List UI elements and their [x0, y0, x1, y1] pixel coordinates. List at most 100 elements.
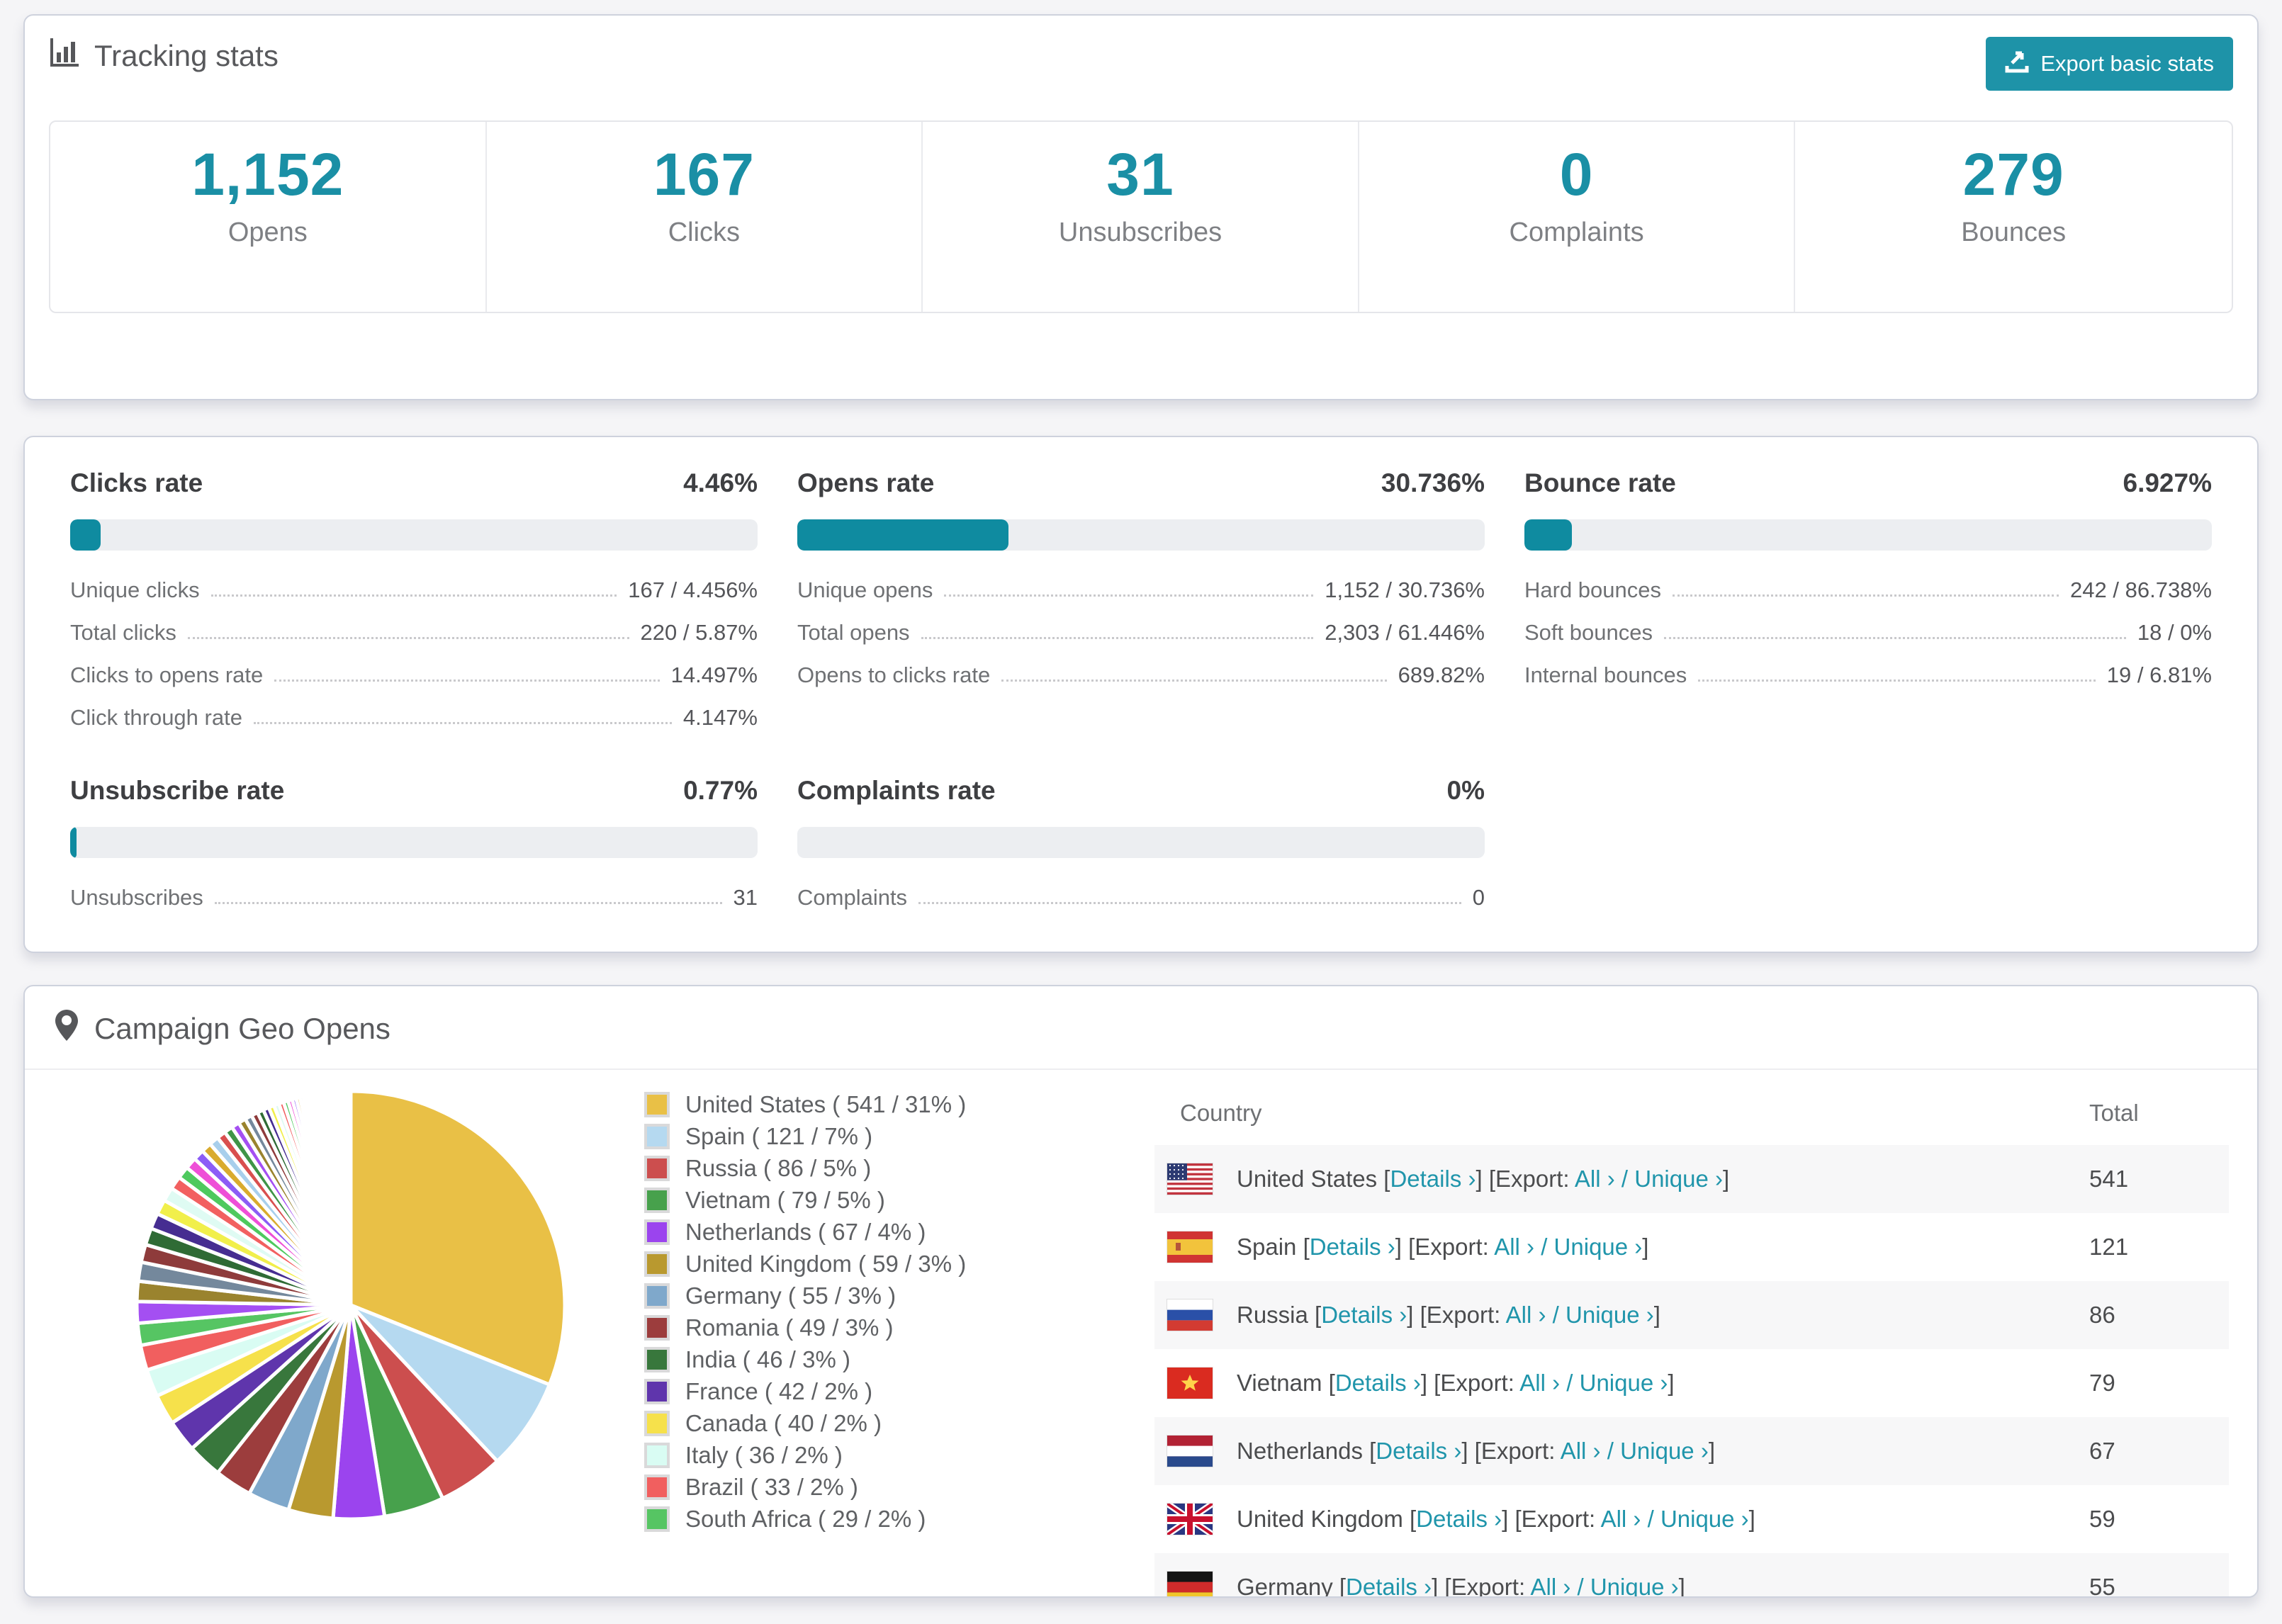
flag-de-icon: [1167, 1572, 1213, 1596]
legend-swatch: [644, 1124, 670, 1149]
legend-label: United Kingdom ( 59 / 3% ): [685, 1251, 967, 1277]
legend-item-india: India ( 46 / 3% ): [644, 1346, 1013, 1373]
country-cell: Spain [Details ›] [Export: All › / Uniqu…: [1154, 1213, 2076, 1281]
stat-row-label: Unique opens: [797, 577, 933, 602]
stat-row-label: Complaints: [797, 885, 908, 910]
stat-cell-complaints: 0 Complaints: [1359, 122, 1796, 312]
stat-row-label: Hard bounces: [1524, 577, 1662, 602]
complaints-rate-title: Complaints rate: [797, 776, 996, 805]
page-title-label: Tracking stats: [94, 39, 279, 72]
campaign-geo-opens-card: Campaign Geo Opens United States ( 541 /…: [23, 985, 2259, 1598]
country-links: Netherlands [Details ›] [Export: All › /…: [1237, 1438, 1715, 1464]
stat-label: Complaints: [1509, 218, 1644, 247]
export-unique-link[interactable]: Unique ›: [1554, 1234, 1643, 1260]
export-unique-link[interactable]: Unique ›: [1634, 1166, 1723, 1192]
total-cell: 121: [2089, 1234, 2129, 1260]
stat-row-value: 1,152 / 30.736%: [1325, 577, 1485, 602]
stat-detail-row: Unique opens 1,152 / 30.736%: [797, 577, 1485, 603]
flag-nl-icon: [1167, 1436, 1213, 1467]
opens-rate-progress-fill: [797, 519, 1009, 551]
export-unique-link[interactable]: Unique ›: [1620, 1438, 1709, 1464]
stat-label: Opens: [227, 218, 308, 247]
details-link[interactable]: Details ›: [1390, 1166, 1476, 1192]
geo-title: Campaign Geo Opens: [94, 1012, 390, 1045]
export-unique-link[interactable]: Unique ›: [1590, 1574, 1679, 1596]
country-cell-content: United States [Details ›] [Export: All ›…: [1167, 1163, 2076, 1195]
details-link[interactable]: Details ›: [1310, 1234, 1395, 1260]
bounce-rate-progress-bar: [1524, 519, 2212, 551]
country-cell-content: Russia [Details ›] [Export: All › / Uniq…: [1167, 1299, 2076, 1331]
legend-label: Germany ( 55 / 3% ): [685, 1282, 896, 1309]
clicks-rate-progress-bar: [70, 519, 758, 551]
export-all-link[interactable]: All ›: [1519, 1370, 1560, 1396]
stat-detail-row: Unique clicks 167 / 4.456%: [70, 577, 758, 603]
bounce-rate-value: 6.927%: [2123, 468, 2213, 497]
country-links: United States [Details ›] [Export: All ›…: [1237, 1166, 1730, 1192]
bounce-rate-rows: Hard bounces 242 / 86.738% Soft bounces 18 …: [1524, 577, 2212, 688]
total-cell: 59: [2089, 1506, 2115, 1532]
stat-label: Bounces: [1961, 218, 2067, 247]
stat-row-label: Unique clicks: [70, 577, 200, 602]
dotted-leader: [1698, 680, 2096, 682]
country-cell: United Kingdom [Details ›] [Export: All …: [1154, 1485, 2076, 1553]
legend-item-netherlands: Netherlands ( 67 / 4% ): [644, 1219, 1013, 1246]
export-unique-link[interactable]: Unique ›: [1580, 1370, 1668, 1396]
stat-cell-clicks: 167 Clicks: [487, 122, 923, 312]
legend-swatch: [644, 1474, 670, 1500]
export-basic-stats-button[interactable]: Export basic stats: [1986, 37, 2233, 91]
stat-detail-row: Unsubscribes 31: [70, 885, 758, 910]
table-row-vn: Vietnam [Details ›] [Export: All › / Uni…: [1154, 1349, 2229, 1417]
stat-row-label: Soft bounces: [1524, 620, 1653, 645]
export-all-link[interactable]: All ›: [1530, 1574, 1570, 1596]
details-link[interactable]: Details ›: [1346, 1574, 1432, 1596]
link-separator: /: [1570, 1574, 1590, 1598]
export-unique-link[interactable]: Unique ›: [1566, 1302, 1654, 1328]
geo-table: Country Total United States [Details ›] …: [1154, 1081, 2229, 1598]
link-separator: /: [1600, 1438, 1621, 1464]
flag-gb-icon: [1167, 1504, 1213, 1535]
total-cell: 541: [2089, 1166, 2129, 1192]
stat-row-value: 220 / 5.87%: [640, 620, 758, 645]
legend-item-italy: Italy ( 36 / 2% ): [644, 1442, 1013, 1469]
legend-label: United States ( 541 / 31% ): [685, 1091, 967, 1117]
geo-pie-chart: [131, 1086, 570, 1525]
stat-row-value: 31: [733, 885, 758, 910]
export-all-link[interactable]: All ›: [1506, 1302, 1546, 1328]
legend-label: France ( 42 / 2% ): [685, 1378, 873, 1404]
legend-label: Russia ( 86 / 5% ): [685, 1155, 872, 1181]
export-all-link[interactable]: All ›: [1601, 1506, 1641, 1532]
export-all-link[interactable]: All ›: [1561, 1438, 1601, 1464]
details-link[interactable]: Details ›: [1376, 1438, 1461, 1464]
legend-item-brazil: Brazil ( 33 / 2% ): [644, 1474, 1013, 1501]
stat-row-value: 689.82%: [1398, 662, 1485, 687]
geo-content: United States ( 541 / 31% ) Spain ( 121 /…: [25, 1070, 2257, 1598]
opens-rate-head: Opens rate 30.736%: [797, 468, 1485, 498]
export-all-link[interactable]: All ›: [1494, 1234, 1534, 1260]
legend-swatch: [644, 1411, 670, 1436]
tracking-stats-header: Tracking stats Export basic stats: [49, 37, 2233, 91]
flag-vn-icon: [1167, 1368, 1213, 1399]
flag-es-icon: [1167, 1231, 1213, 1263]
export-icon: [2005, 49, 2029, 79]
country-cell-content: Netherlands [Details ›] [Export: All › /…: [1167, 1436, 2076, 1467]
details-link[interactable]: Details ›: [1321, 1302, 1407, 1328]
flag-us-icon: [1167, 1163, 1213, 1195]
unsubscribe-rate-title: Unsubscribe rate: [70, 776, 285, 805]
stat-detail-row: Clicks to opens rate 14.497%: [70, 662, 758, 688]
legend-item-united-kingdom: United Kingdom ( 59 / 3% ): [644, 1251, 1013, 1278]
complaints-rate-panel: Complaints rate 0% Complaints 0: [797, 776, 1485, 927]
complaints-rate-progress-bar: [797, 827, 1485, 858]
export-all-link[interactable]: All ›: [1575, 1166, 1615, 1192]
summary-stats-row: 1,152 Opens 167 Clicks 31 Unsubscribes 0 Compla…: [49, 120, 2233, 313]
export-unique-link[interactable]: Unique ›: [1660, 1506, 1749, 1532]
stat-detail-row: Total clicks 220 / 5.87%: [70, 620, 758, 645]
country-cell-content: Vietnam [Details ›] [Export: All › / Uni…: [1167, 1368, 2076, 1399]
country-cell: Russia [Details ›] [Export: All › / Uniq…: [1154, 1281, 2076, 1349]
legend-label: South Africa ( 29 / 2% ): [685, 1506, 926, 1532]
legend-swatch: [644, 1315, 670, 1341]
unsubscribe-rate-panel: Unsubscribe rate 0.77% Unsubscribes 31: [70, 776, 758, 927]
details-link[interactable]: Details ›: [1416, 1506, 1502, 1532]
details-link[interactable]: Details ›: [1335, 1370, 1421, 1396]
complaints-rate-rows: Complaints 0: [797, 885, 1485, 910]
total-cell: 79: [2089, 1370, 2115, 1396]
